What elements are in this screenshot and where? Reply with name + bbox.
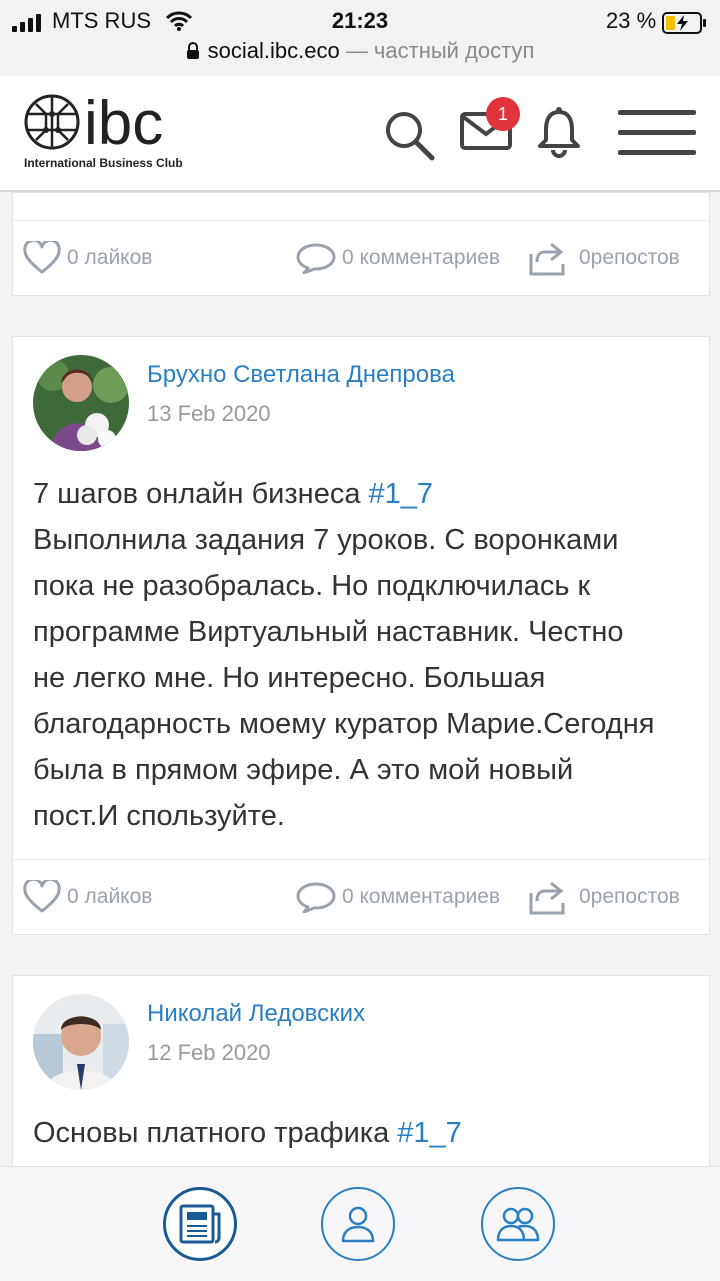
post-line: пока не разобралась. Но подключилась к (33, 570, 591, 602)
reposts-count: 0репостов (579, 885, 680, 908)
comment-icon (296, 243, 336, 274)
likes-count: 0 лайков (67, 885, 153, 908)
hashtag-link[interactable]: #1_7 (369, 478, 434, 510)
post-line: была в прямом эфире. А это мой новый (33, 754, 574, 786)
comment-button[interactable]: 0 комментариев (296, 221, 500, 295)
post-title-line: Основы платного трафика #1_7 (33, 1110, 703, 1156)
nav-feed-button[interactable] (163, 1187, 237, 1261)
url-bar[interactable]: social.ibc.eco — частный доступ (0, 38, 720, 64)
post-actions: 0 лайков 0 комментариев 0репостов (13, 859, 709, 934)
reposts-count: 0репостов (579, 246, 680, 269)
bell-icon[interactable] (536, 106, 582, 158)
post-date: 13 Feb 2020 (147, 401, 271, 426)
site-header: ibc International Business Club (0, 76, 720, 192)
post-title: 7 шагов онлайн бизнеса (33, 478, 369, 510)
url-text: social.ibc.eco (207, 38, 340, 63)
post-line: благодарность моему куратор Марие.Сегодн… (33, 708, 655, 740)
logo-subtitle: International Business Club (24, 156, 183, 170)
post-card: Брухно Светлана Днепрова 13 Feb 2020 7 ш… (12, 336, 710, 935)
share-icon (529, 242, 565, 276)
status-bar: MTS RUS 21:23 23 % social.ibc.eco — част… (0, 0, 720, 76)
hashtag-link[interactable]: #1_7 (397, 1117, 462, 1149)
repost-button[interactable]: 0репостов (529, 860, 680, 934)
logo-text: ibc (84, 92, 163, 154)
comments-count: 0 комментариев (342, 246, 501, 269)
post-line: не легко мне. Но интересно. Большая (33, 662, 546, 694)
comment-icon (296, 882, 336, 913)
post-line: пост.И спользуйте. (33, 800, 285, 832)
post-body: 7 шагов онлайн бизнеса #1_7 Выполнила за… (33, 471, 703, 839)
like-button[interactable]: 0 лайков (23, 221, 152, 295)
nav-profile-button[interactable] (321, 1187, 395, 1261)
user-icon (341, 1206, 375, 1243)
heart-icon (23, 241, 61, 274)
likes-count: 0 лайков (67, 246, 153, 269)
ibc-logo[interactable]: ibc (22, 92, 192, 154)
comment-button[interactable]: 0 комментариев (296, 860, 500, 934)
avatar[interactable] (33, 994, 129, 1090)
like-button[interactable]: 0 лайков (23, 860, 152, 934)
post-title-line: 7 шагов онлайн бизнеса #1_7 (33, 471, 703, 517)
post-line: программе Виртуальный наставник. Честно (33, 616, 624, 648)
post-title: Основы платного трафика (33, 1117, 398, 1149)
bottom-nav (0, 1166, 720, 1281)
group-icon (496, 1207, 540, 1242)
post-line: Выполнила задания 7 уроков. С воронками (33, 524, 619, 556)
url-suffix: — частный доступ (345, 38, 535, 63)
lock-icon (186, 42, 199, 59)
share-icon (529, 881, 565, 915)
menu-icon[interactable] (618, 108, 696, 158)
battery-percent: 23 % (606, 8, 657, 33)
heart-icon (23, 880, 61, 913)
comments-count: 0 комментариев (342, 885, 501, 908)
post-card: Николай Ледовских 12 Feb 2020 Основы пла… (12, 975, 710, 1177)
avatar[interactable] (33, 355, 129, 451)
post-actions: 0 лайков 0 комментариев 0репостов (13, 220, 709, 295)
newspaper-icon (179, 1204, 221, 1244)
nav-groups-button[interactable] (481, 1187, 555, 1261)
post-date: 12 Feb 2020 (147, 1040, 271, 1065)
post-author[interactable]: Брухно Светлана Днепрова (147, 361, 455, 389)
post-author[interactable]: Николай Ледовских (147, 1000, 365, 1028)
post-card: 0 лайков 0 комментариев 0репостов (12, 192, 710, 296)
repost-button[interactable]: 0репостов (529, 221, 680, 295)
post-body: Основы платного трафика #1_7 (33, 1110, 703, 1156)
search-icon[interactable] (384, 110, 436, 162)
battery-charging-icon (662, 12, 706, 34)
messages-badge: 1 (486, 97, 520, 131)
